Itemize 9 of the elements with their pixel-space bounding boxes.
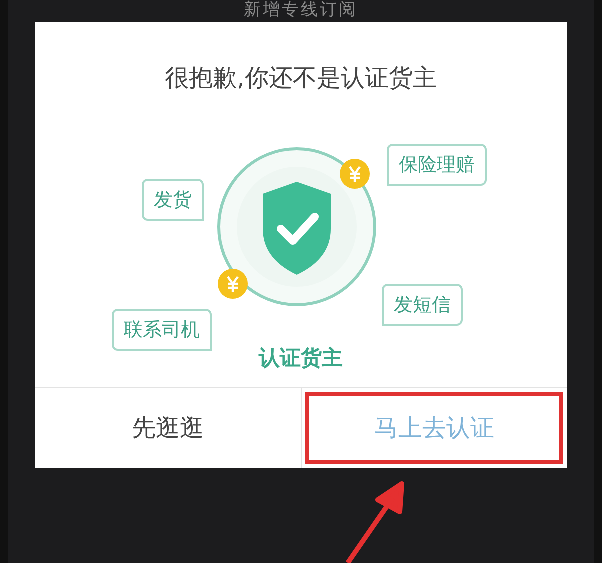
yen-coin-icon (340, 159, 370, 189)
speech-bubble: 发货 (142, 179, 204, 221)
speech-bubble: 保险理赔 (387, 144, 487, 186)
yen-coin-icon (218, 269, 248, 299)
screen-title: 新增专线订阅 (244, 0, 358, 20)
speech-bubble: 发短信 (382, 284, 463, 326)
dialog-title: 很抱歉,你还不是认证货主 (164, 63, 438, 94)
speech-bubble: 联系司机 (112, 309, 212, 351)
caption: 认证货主 (258, 345, 344, 372)
